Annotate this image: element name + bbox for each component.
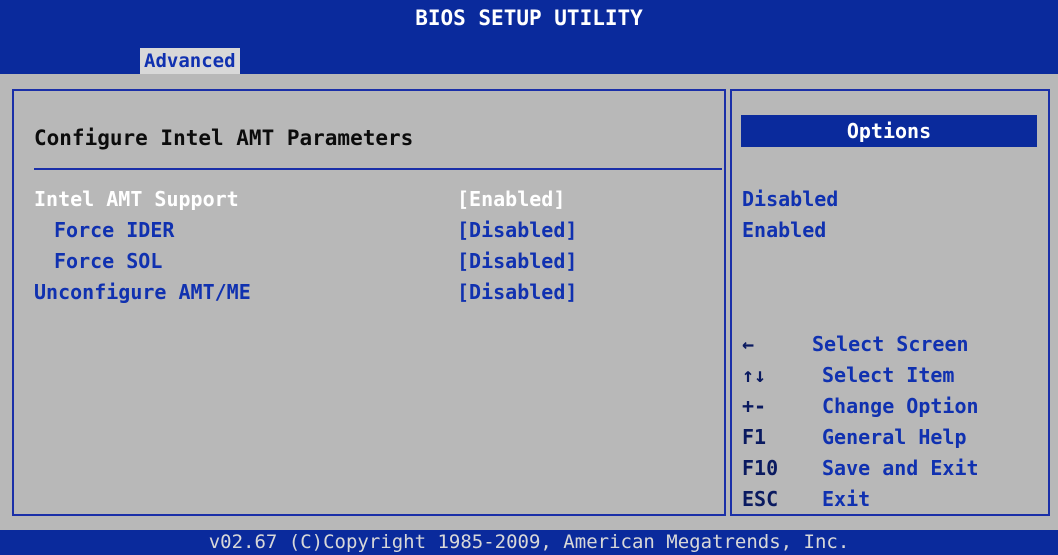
setting-label: Intel AMT Support bbox=[34, 187, 239, 211]
setting-force-ider[interactable]: Force IDER [Disabled] bbox=[14, 215, 714, 245]
setting-force-sol[interactable]: Force SOL [Disabled] bbox=[14, 246, 714, 276]
setting-unconfigure-amt-me[interactable]: Unconfigure AMT/ME [Disabled] bbox=[14, 277, 714, 307]
copyright-footer: v02.67 (C)Copyright 1985-2009, American … bbox=[0, 530, 1058, 555]
help-desc: Select Screen bbox=[812, 332, 969, 356]
help-exit: ESC Exit bbox=[742, 484, 1042, 515]
setting-label: Unconfigure AMT/ME bbox=[34, 280, 251, 304]
option-enabled[interactable]: Enabled bbox=[742, 215, 826, 245]
arrow-left-icon: ← bbox=[742, 332, 755, 356]
help-key: ESC bbox=[742, 487, 779, 511]
help-change-option: +- Change Option bbox=[742, 391, 1042, 422]
help-general-help: F1 General Help bbox=[742, 422, 1042, 453]
help-desc: Save and Exit bbox=[822, 456, 979, 480]
help-desc: Change Option bbox=[822, 394, 979, 418]
setting-label: Force IDER bbox=[54, 218, 175, 242]
section-divider bbox=[34, 168, 722, 170]
setting-value: [Disabled] bbox=[457, 218, 578, 242]
setting-value: [Enabled] bbox=[457, 187, 566, 211]
setting-label: Force SOL bbox=[54, 249, 163, 273]
option-disabled[interactable]: Disabled bbox=[742, 184, 838, 214]
plus-minus-icon: +- bbox=[742, 394, 767, 418]
help-desc: General Help bbox=[822, 425, 967, 449]
setting-value: [Disabled] bbox=[457, 280, 578, 304]
help-key: F1 bbox=[742, 425, 767, 449]
help-desc: Select Item bbox=[822, 363, 955, 387]
help-desc: Exit bbox=[822, 487, 871, 511]
help-key: F10 bbox=[742, 456, 779, 480]
help-save-exit: F10 Save and Exit bbox=[742, 453, 1042, 484]
bios-title: BIOS SETUP UTILITY bbox=[0, 0, 1058, 36]
section-title: Configure Intel AMT Parameters bbox=[34, 126, 414, 150]
options-title: Options bbox=[741, 115, 1037, 147]
options-pane: Options Disabled Enabled ← Select Screen… bbox=[730, 89, 1050, 516]
arrow-up-down-icon: ↑↓ bbox=[742, 363, 767, 387]
main-panel: Configure Intel AMT Parameters Intel AMT… bbox=[0, 74, 1058, 530]
setting-intel-amt-support[interactable]: Intel AMT Support [Enabled] bbox=[14, 184, 714, 214]
tab-bar: Advanced bbox=[0, 36, 1058, 74]
help-select-screen: ← Select Screen bbox=[742, 329, 1042, 360]
help-select-item: ↑↓ Select Item bbox=[742, 360, 1042, 391]
tab-advanced[interactable]: Advanced bbox=[140, 48, 240, 74]
settings-pane: Configure Intel AMT Parameters Intel AMT… bbox=[12, 89, 726, 516]
setting-value: [Disabled] bbox=[457, 249, 578, 273]
